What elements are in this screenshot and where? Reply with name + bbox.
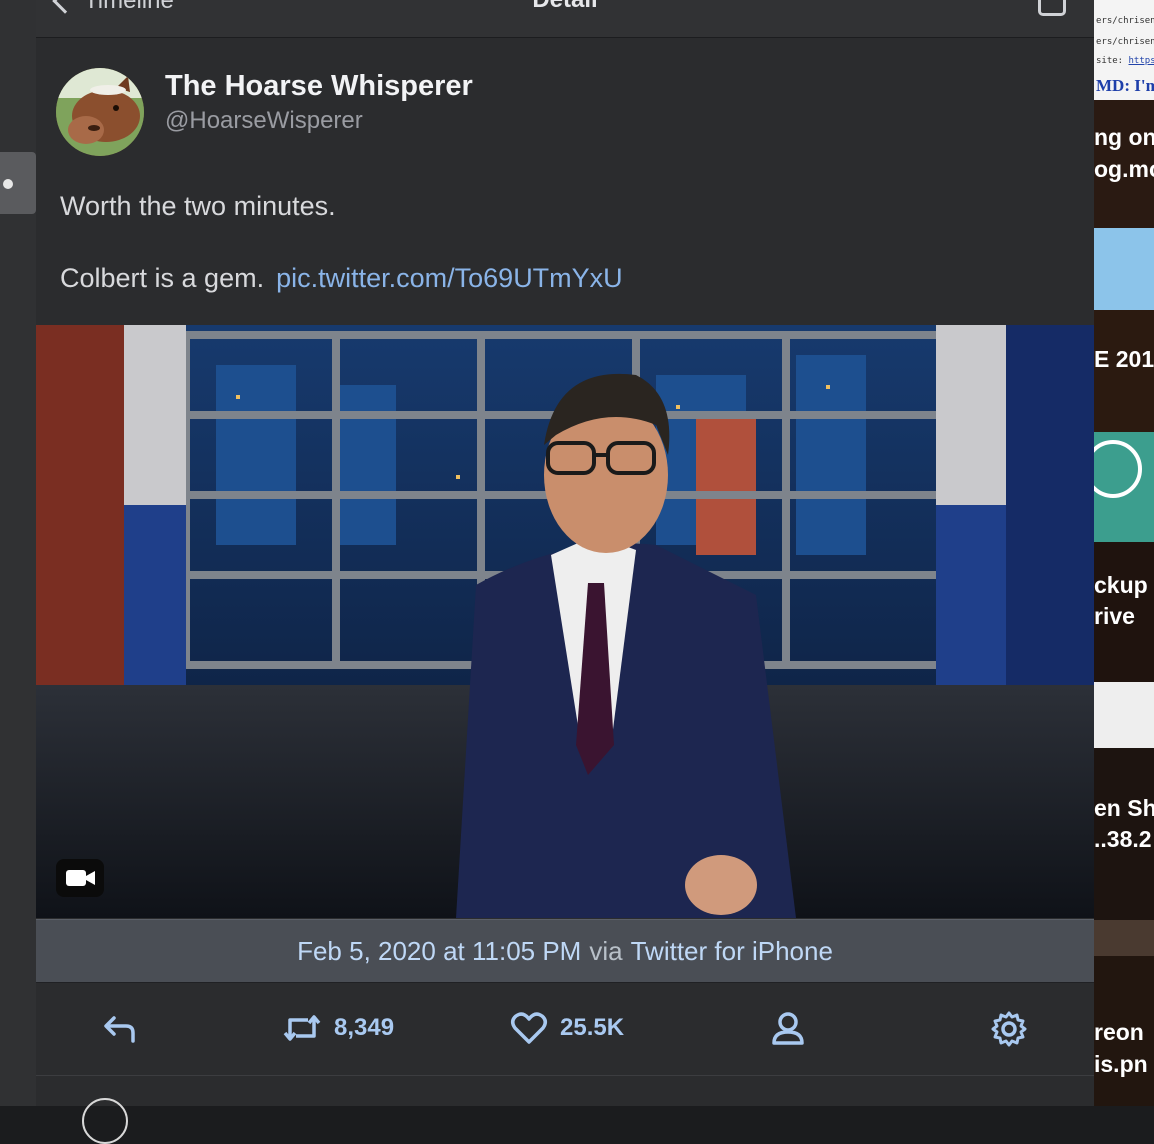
retweet-count: 8,349 [334,1014,395,1041]
horse-avatar-image [56,68,144,156]
thumbnail-label: ckup [1094,572,1148,598]
thumbnail-label: ..38.2 [1094,826,1152,852]
path-text: ers/chrisenns [1096,16,1154,26]
tweet-body: Worth the two minutes. Colbert is a gem.… [60,188,1060,296]
thumbnail-label: E 201 [1094,346,1154,372]
sidebar-indicator-dot [3,179,13,189]
video-frame-image [36,325,1094,918]
profile-button[interactable] [770,1010,806,1046]
display-name[interactable]: The Hoarse Whisperer [165,70,473,103]
reply-button[interactable] [102,1010,138,1046]
gear-icon [991,1011,1027,1047]
page-title: Detail [36,0,1094,16]
avatar[interactable] [56,68,144,156]
media-link[interactable]: pic.twitter.com/To69UTmYxU [276,263,623,293]
share-icon[interactable] [1038,0,1066,16]
reply-icon [104,1016,135,1043]
thumbnail-label: is.pn [1094,1051,1148,1077]
thumbnail-label: reon [1094,1019,1144,1045]
navigation-bar: Timeline Detail [36,0,1094,38]
like-count: 25.5K [560,1014,625,1041]
user-handle[interactable]: @HoarseWisperer [165,107,363,135]
retweet-button[interactable]: 8,349 [282,1010,394,1046]
thumbnail-2 [1094,228,1154,310]
person-icon [772,1012,804,1045]
path-text: ers/chrisenns [1096,37,1154,47]
tweet-meta-bar: Feb 5, 2020 at 11:05 PM via Twitter for … [36,919,1094,983]
next-tweet-row[interactable] [36,1077,1094,1106]
via-label: via [589,935,623,966]
tweet-text-fragment: Colbert is a gem. [60,263,265,293]
video-player[interactable] [36,325,1094,918]
thumbnail-6 [1094,682,1154,748]
heading-text: MD: I'm [1096,76,1154,95]
retweet-icon [283,1015,321,1041]
client-link[interactable]: Twitter for iPhone [631,936,833,967]
settings-button[interactable] [990,1010,1028,1048]
thumbnail-label: rive [1094,603,1135,629]
tweet-text-line: Worth the two minutes. [60,191,336,221]
site-label: site: https: [1096,56,1154,66]
tweet-actions-bar: 8,349 25.5K [36,984,1094,1076]
like-button[interactable]: 25.5K [510,1010,624,1046]
thumbnail-label: ng on [1094,124,1154,150]
video-camera-icon [56,859,104,897]
tweet-text-line: Colbert is a gem. pic.twitter.com/To69UTm… [60,260,1060,296]
thumbnail-label: en Sh [1094,795,1154,821]
tweet-timestamp[interactable]: Feb 5, 2020 at 11:05 PM [297,936,581,967]
thumbnail-8 [1094,920,1154,956]
heart-icon [511,1012,547,1044]
tweet-detail-pane: Timeline Detail The Hoarse Whisperer @Ho… [36,0,1094,1144]
next-tweet-avatar[interactable] [82,1098,128,1144]
background-window-strip: ers/chrisenns ers/chrisenns site: https:… [1094,0,1154,1106]
thumbnail-label: og.mo [1094,156,1154,182]
